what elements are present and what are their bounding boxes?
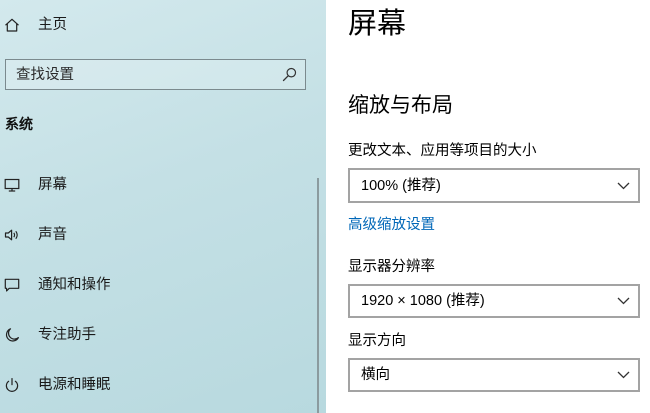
orientation-dropdown[interactable]: 横向 <box>348 358 640 392</box>
moon-icon <box>4 327 20 343</box>
sidebar-nav: 屏幕 声音 通知和操作 专注助手 电源和睡眠 <box>0 160 312 413</box>
scale-dropdown[interactable]: 100% (推荐) <box>348 168 640 203</box>
monitor-icon <box>4 177 20 193</box>
sidebar-item-label: 专注助手 <box>38 327 96 343</box>
chevron-down-icon <box>617 297 630 305</box>
home-nav-item[interactable]: 主页 <box>0 0 312 50</box>
sidebar-item-notifications[interactable]: 通知和操作 <box>0 260 312 310</box>
search-input[interactable] <box>16 65 266 84</box>
section-heading-scale-layout: 缩放与布局 <box>348 94 453 117</box>
home-label: 主页 <box>38 17 67 33</box>
sidebar-item-label: 屏幕 <box>38 177 67 193</box>
sidebar-item-sound[interactable]: 声音 <box>0 210 312 260</box>
scale-label: 更改文本、应用等项目的大小 <box>348 143 537 159</box>
scale-dropdown-value: 100% (推荐) <box>361 177 441 194</box>
page-title: 屏幕 <box>348 8 407 40</box>
speaker-icon <box>4 227 20 243</box>
resolution-dropdown[interactable]: 1920 × 1080 (推荐) <box>348 284 640 318</box>
advanced-scaling-link[interactable]: 高级缩放设置 <box>348 216 435 234</box>
resolution-label: 显示器分辨率 <box>348 259 435 275</box>
sidebar-item-power-sleep[interactable]: 电源和睡眠 <box>0 360 312 410</box>
sidebar-scrollbar[interactable] <box>317 178 319 413</box>
section-title-system: 系统 <box>5 116 33 132</box>
search-box[interactable] <box>5 59 306 90</box>
search-icon[interactable] <box>282 67 297 82</box>
sidebar-item-label: 通知和操作 <box>38 277 111 293</box>
orientation-label: 显示方向 <box>348 333 406 349</box>
orientation-dropdown-value: 横向 <box>361 367 390 383</box>
sidebar-item-display[interactable]: 屏幕 <box>0 160 312 210</box>
sidebar: 主页 系统 屏幕 声音 通知和操作 <box>0 0 326 413</box>
main-panel: 屏幕 缩放与布局 更改文本、应用等项目的大小 100% (推荐) 高级缩放设置 … <box>326 0 650 413</box>
sidebar-item-label: 声音 <box>38 227 67 243</box>
sidebar-item-label: 电源和睡眠 <box>38 377 111 393</box>
chevron-down-icon <box>617 371 630 379</box>
chevron-down-icon <box>617 182 630 190</box>
resolution-dropdown-value: 1920 × 1080 (推荐) <box>361 293 485 309</box>
sidebar-item-focus-assist[interactable]: 专注助手 <box>0 310 312 360</box>
power-icon <box>4 377 20 393</box>
home-icon <box>4 17 20 33</box>
notification-icon <box>4 277 20 293</box>
